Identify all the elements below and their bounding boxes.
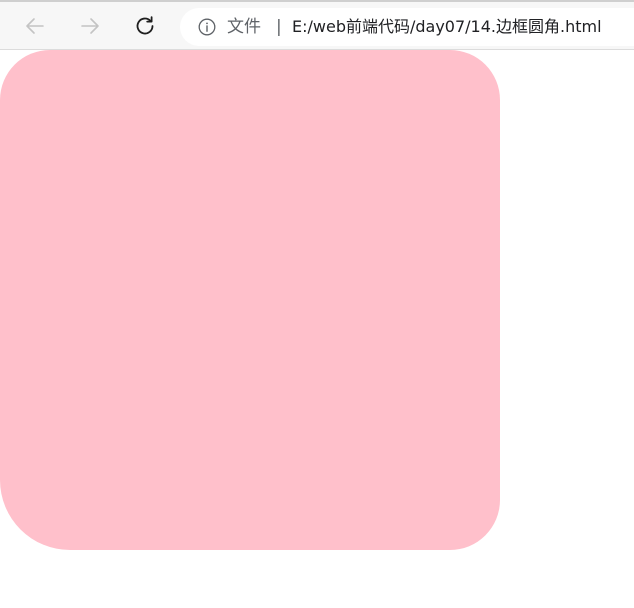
info-icon[interactable] bbox=[198, 18, 216, 36]
scheme-label: 文件 bbox=[227, 17, 261, 37]
forward-button[interactable] bbox=[75, 11, 105, 41]
arrow-right-icon bbox=[81, 18, 99, 34]
arrow-left-icon bbox=[26, 18, 44, 34]
address-separator: | bbox=[276, 17, 282, 37]
page-viewport bbox=[0, 50, 634, 608]
address-bar[interactable]: 文件 | E:/web前端代码/day07/14.边框圆角.html bbox=[180, 8, 634, 46]
back-button[interactable] bbox=[20, 11, 50, 41]
browser-toolbar: 文件 | E:/web前端代码/day07/14.边框圆角.html bbox=[0, 0, 634, 50]
reload-icon bbox=[136, 16, 154, 35]
rounded-corner-box bbox=[0, 50, 500, 550]
url-text[interactable]: E:/web前端代码/day07/14.边框圆角.html bbox=[292, 16, 602, 38]
reload-button[interactable] bbox=[130, 11, 160, 41]
